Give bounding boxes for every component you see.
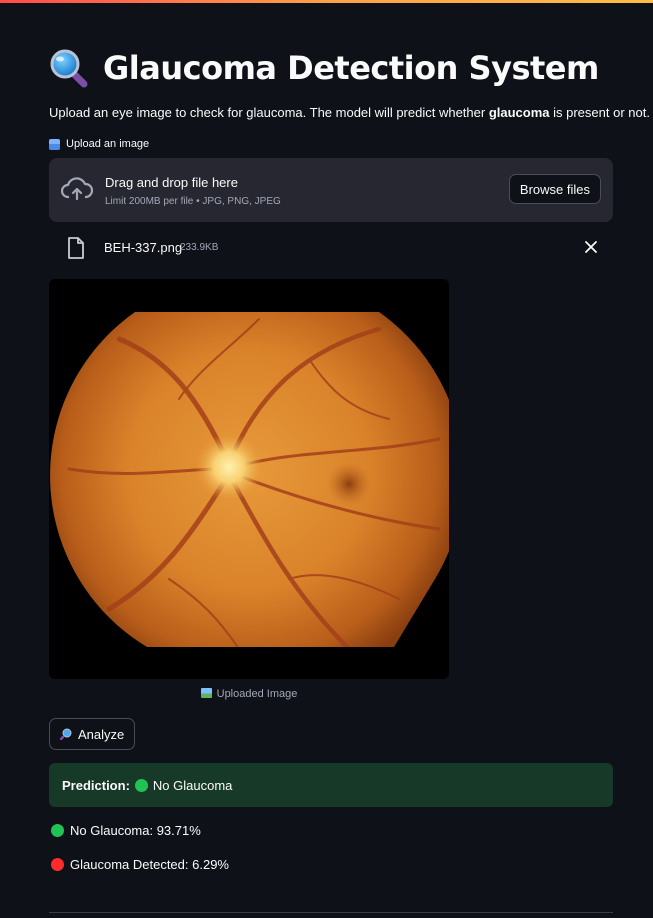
image-caption: Uploaded Image [49, 688, 449, 700]
green-circle-icon [51, 824, 64, 837]
picture-icon [200, 688, 212, 698]
page-description: Upload an eye image to check for glaucom… [49, 105, 650, 120]
image-caption-text: Uploaded Image [216, 688, 298, 700]
uploaded-fundus-image [49, 279, 449, 679]
red-circle-icon [51, 858, 64, 871]
probability-glaucoma: Glaucoma Detected: 6.29% [51, 857, 229, 872]
box-icon [49, 138, 60, 150]
magnifier-icon [49, 48, 89, 88]
analyze-button[interactable]: Analyze [49, 718, 136, 750]
divider [49, 912, 613, 913]
magnifier-icon [59, 728, 72, 741]
green-circle-icon [134, 778, 148, 792]
browse-files-button[interactable]: Browse files [508, 174, 601, 204]
prediction-value: No Glaucoma [152, 777, 233, 793]
upload-label: Upload an image [49, 138, 149, 150]
probability-no-glaucoma: No Glaucoma: 93.71% [51, 823, 201, 838]
uploaded-file-row: BEH-337.png 233.9KB [49, 234, 613, 262]
upload-label-text: Upload an image [66, 138, 150, 150]
file-size: 233.9KB [180, 242, 219, 253]
file-name: BEH-337.png [104, 240, 183, 255]
file-icon [67, 237, 85, 259]
analyze-button-label: Analyze [78, 726, 125, 742]
close-icon[interactable] [581, 237, 601, 257]
top-accent-bar [0, 0, 653, 3]
description-text: Upload an eye image to check for glaucom… [49, 105, 489, 120]
prediction-banner: Prediction: No Glaucoma [49, 763, 613, 807]
page-header: Glaucoma Detection System [49, 48, 599, 88]
cloud-upload-icon [60, 176, 94, 202]
description-tail: is present or not. [549, 105, 650, 120]
probability-text: No Glaucoma: 93.71% [70, 823, 201, 838]
file-dropzone[interactable]: Drag and drop file here Limit 200MB per … [49, 158, 613, 222]
prediction-label: Prediction: [62, 777, 130, 793]
page-title: Glaucoma Detection System [103, 49, 599, 87]
description-emphasis: glaucoma [488, 105, 550, 120]
dropzone-limit: Limit 200MB per file • JPG, PNG, JPEG [105, 196, 281, 207]
probability-text: Glaucoma Detected: 6.29% [70, 857, 229, 872]
dropzone-title: Drag and drop file here [105, 175, 238, 190]
